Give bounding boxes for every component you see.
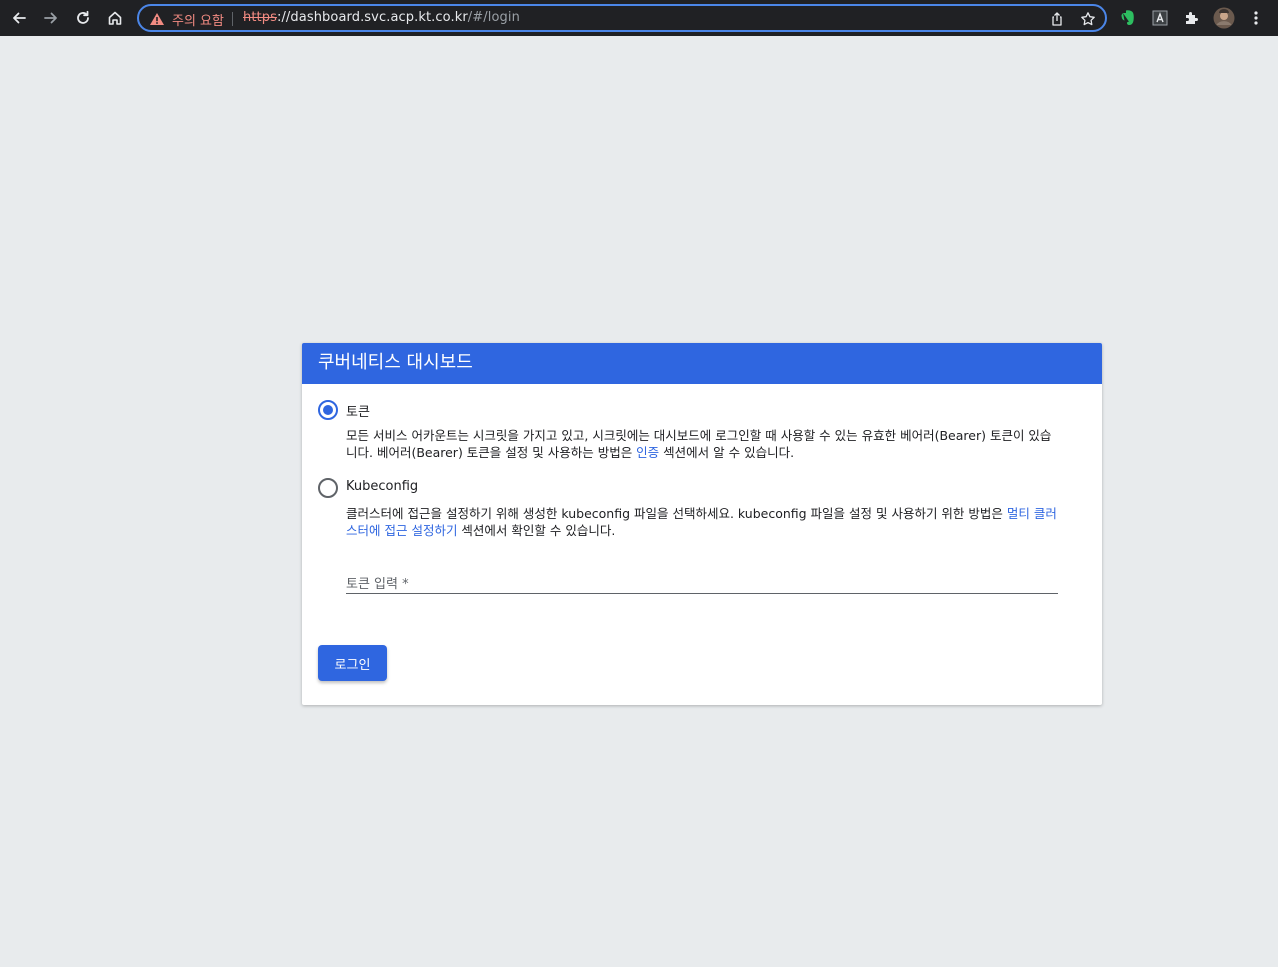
token-description: 모든 서비스 어카운트는 시크릿을 가지고 있고, 시크릿에는 대시보드에 로그… — [346, 427, 1058, 461]
evernote-extension-icon[interactable] — [1117, 7, 1139, 29]
login-button[interactable]: 로그인 — [318, 645, 387, 681]
token-input-placeholder: 토큰 입력 * — [346, 577, 409, 592]
url-text[interactable]: https://dashboard.svc.acp.kt.co.kr/#/log… — [243, 10, 520, 25]
token-description-tail: 섹션에서 알 수 있습니다. — [659, 445, 795, 460]
login-card: 쿠버네티스 대시보드 토큰 모든 서비스 어카운트는 시크릿을 가지고 있고, … — [302, 343, 1102, 705]
bookmark-star-icon[interactable] — [1080, 11, 1096, 27]
authentication-link[interactable]: 인증 — [636, 445, 659, 460]
kubeconfig-description-tail: 섹션에서 확인할 수 있습니다. — [457, 523, 616, 538]
text-extension-icon[interactable] — [1149, 7, 1171, 29]
extensions-puzzle-icon[interactable] — [1181, 7, 1203, 29]
kubeconfig-radio[interactable] — [318, 478, 338, 498]
kubeconfig-label[interactable]: Kubeconfig — [346, 479, 418, 494]
profile-avatar-icon[interactable] — [1213, 7, 1235, 29]
address-bar[interactable]: 주의 요함 https://dashboard.svc.acp.kt.co.kr… — [137, 4, 1107, 32]
url-host: ://dashboard.svc.acp.kt.co.kr — [276, 10, 468, 25]
warning-icon — [149, 11, 165, 30]
kubeconfig-description-text: 클러스터에 접근을 설정하기 위해 생성한 kubeconfig 파일을 선택하… — [346, 506, 1007, 521]
token-radio[interactable] — [318, 400, 338, 420]
home-icon[interactable] — [104, 7, 126, 29]
kubeconfig-description: 클러스터에 접근을 설정하기 위해 생성한 kubeconfig 파일을 선택하… — [346, 505, 1058, 539]
security-warning[interactable]: 주의 요함 — [172, 10, 224, 29]
browser-toolbar: 주의 요함 https://dashboard.svc.acp.kt.co.kr… — [0, 0, 1278, 36]
share-icon[interactable] — [1049, 11, 1065, 27]
url-path: /#/login — [467, 10, 520, 25]
reload-icon[interactable] — [72, 7, 94, 29]
token-label[interactable]: 토큰 — [346, 401, 370, 420]
card-title: 쿠버네티스 대시보드 — [318, 352, 473, 373]
omnibox-divider — [232, 12, 233, 26]
url-scheme: https — [243, 10, 277, 25]
card-header: 쿠버네티스 대시보드 — [302, 343, 1102, 384]
token-input[interactable]: 토큰 입력 * — [346, 572, 1058, 594]
browser-menu-icon[interactable] — [1245, 7, 1267, 29]
back-arrow-icon[interactable] — [8, 7, 30, 29]
forward-arrow-icon[interactable] — [40, 7, 62, 29]
